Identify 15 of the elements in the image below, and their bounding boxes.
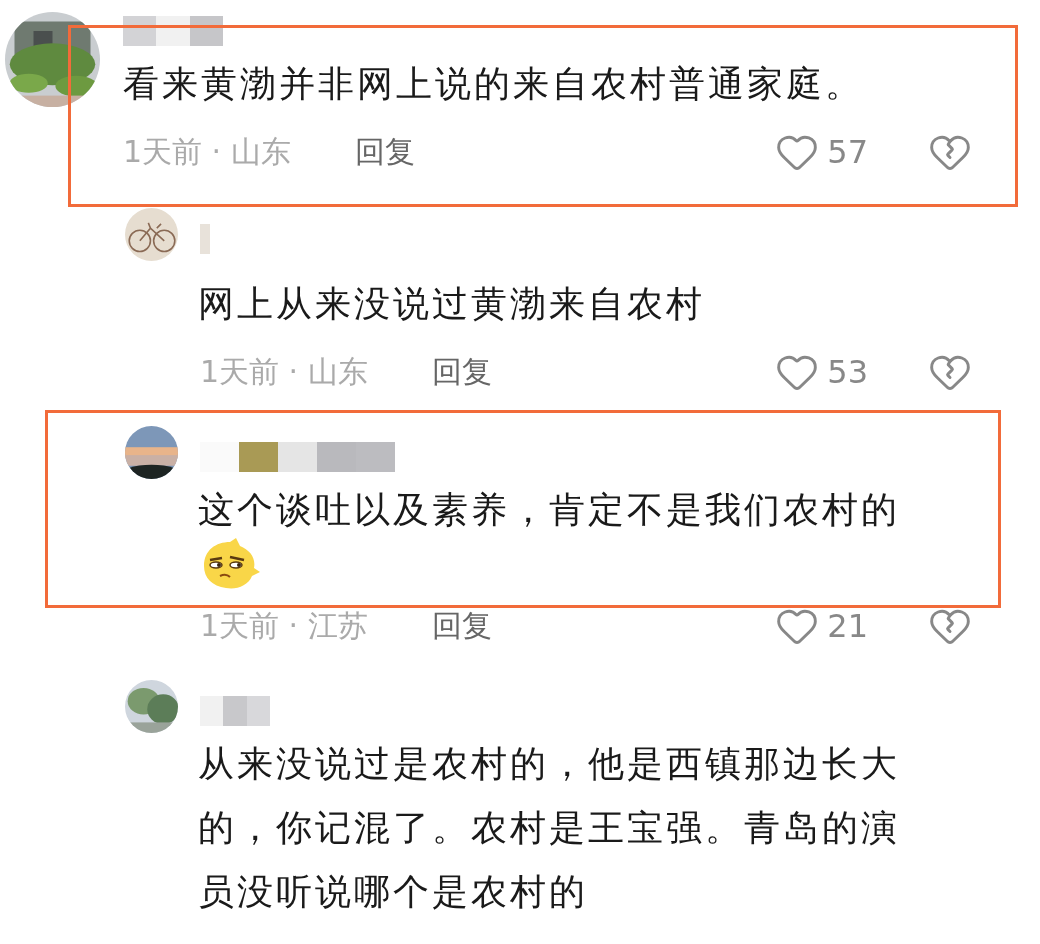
timestamp-location: 1天前 · 江苏 — [200, 606, 369, 645]
like-button[interactable]: 53 — [775, 350, 868, 394]
timestamp-location: 1天前 · 山东 — [200, 352, 369, 391]
like-button[interactable]: 21 — [775, 604, 868, 648]
like-button[interactable]: 57 — [775, 130, 868, 174]
timestamp-location: 1天前 · 山东 — [123, 132, 292, 171]
blurred-username — [200, 224, 210, 254]
comment-text: 这个谈吐以及素养，肯定不是我们农村的 — [198, 488, 901, 532]
reply-link[interactable]: 回复 — [432, 351, 492, 393]
comment-text: 看来黄渤并非网上说的来自农村普通家庭。 — [123, 62, 865, 106]
reply-link[interactable]: 回复 — [432, 605, 492, 647]
comment-text: 从来没说过是农村的，他是西镇那边长大的，你记混了。农村是王宝强。青岛的演员没听说哪个是农村的 — [198, 742, 901, 914]
blurred-username — [200, 696, 270, 726]
comment-text: 网上从来没说过黄渤来自农村 — [198, 282, 706, 326]
reply-link[interactable]: 回复 — [355, 131, 415, 173]
